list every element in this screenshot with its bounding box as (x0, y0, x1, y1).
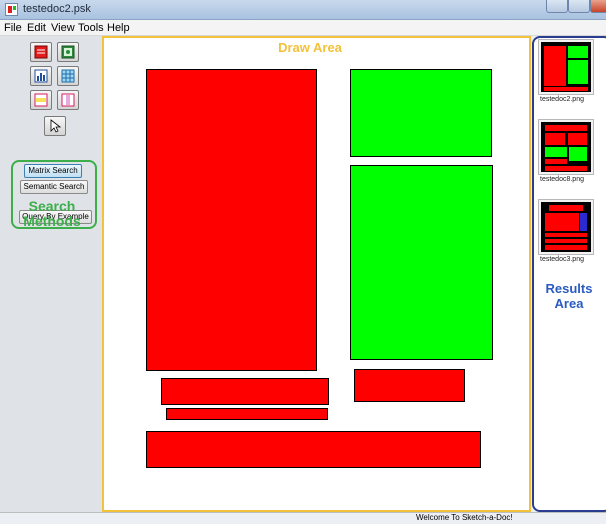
pointer-tool-button[interactable] (44, 116, 66, 136)
matrix-search-button[interactable]: Matrix Search (24, 164, 82, 178)
menu-edit[interactable]: Edit (27, 22, 46, 34)
draw-area-label: Draw Area (278, 40, 342, 55)
sketch-block-red[interactable] (166, 408, 328, 420)
results-area-label-line2: Area (554, 296, 584, 311)
results-area-label-line1: Results (545, 281, 593, 296)
image-tool-icon (61, 45, 75, 59)
result-thumbnail[interactable] (538, 119, 594, 175)
result-caption: testedoc3.png (540, 256, 584, 263)
document-preview-icon (541, 202, 591, 252)
sketch-block-red[interactable] (354, 369, 465, 402)
menu-bar: File Edit View Tools Help (0, 20, 606, 36)
rectangle-tool-icon (34, 45, 48, 59)
app-icon (5, 3, 18, 16)
result-caption: testedoc2.png (540, 96, 584, 103)
result-thumbnail[interactable] (538, 39, 594, 95)
tools-panel (0, 36, 102, 512)
status-bar (0, 512, 606, 524)
menu-tools[interactable]: Tools (78, 22, 104, 34)
window-title: testedoc2.psk (23, 3, 91, 15)
maximize-button[interactable] (568, 0, 590, 13)
menu-view[interactable]: View (51, 22, 75, 34)
menu-help[interactable]: Help (107, 22, 130, 34)
sketch-block-green[interactable] (350, 69, 492, 157)
title-bar: testedoc2.psk (0, 0, 606, 20)
search-methods-label-line2: Methods (23, 213, 81, 229)
close-button[interactable] (590, 0, 606, 13)
horizontal-block-tool-button[interactable] (30, 90, 52, 110)
vertical-block-tool-button[interactable] (57, 90, 79, 110)
results-area-label: Results Area (534, 281, 604, 311)
chart-tool-icon (34, 69, 48, 83)
rectangle-tool-button[interactable] (30, 42, 52, 62)
table-tool-button[interactable] (57, 66, 79, 86)
document-preview-icon (541, 122, 591, 172)
result-caption: testedoc8.png (540, 176, 584, 183)
sketch-block-red[interactable] (146, 431, 481, 468)
vertical-block-tool-icon (61, 93, 75, 107)
document-preview-icon (541, 42, 591, 92)
menu-file[interactable]: File (4, 22, 22, 34)
search-methods-label: Search Methods (14, 199, 90, 229)
horizontal-block-tool-icon (34, 93, 48, 107)
image-tool-button[interactable] (57, 42, 79, 62)
pointer-icon (50, 119, 62, 133)
search-methods-label-line1: Search (28, 198, 76, 214)
sketch-block-green[interactable] (350, 165, 493, 360)
sketch-block-red[interactable] (161, 378, 329, 405)
result-thumbnail[interactable] (538, 199, 594, 255)
status-message: Welcome To Sketch-a-Doc! (416, 513, 513, 522)
chart-tool-button[interactable] (30, 66, 52, 86)
minimize-button[interactable] (546, 0, 568, 13)
results-area (532, 36, 606, 512)
table-tool-icon (61, 69, 75, 83)
semantic-search-button[interactable]: Semantic Search (20, 180, 88, 194)
app-window: testedoc2.psk File Edit View Tools Help (0, 0, 606, 524)
sketch-block-red[interactable] (146, 69, 317, 371)
